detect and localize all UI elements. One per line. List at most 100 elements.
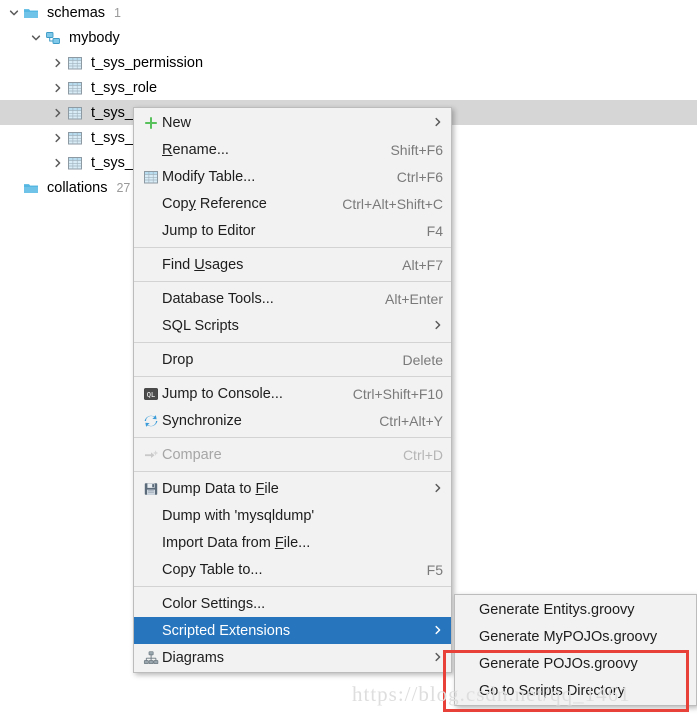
menu-item-label: Copy Table to... bbox=[162, 561, 263, 578]
menu-item-diagrams[interactable]: Diagrams bbox=[134, 644, 451, 671]
context-menu: New Rename... Shift+F6 Modify Table... Ctrl+… bbox=[133, 107, 452, 673]
menu-item-jump-to-console[interactable]: QL Jump to Console... Ctrl+Shift+F10 bbox=[134, 380, 451, 407]
tree-row[interactable]: t_sys_role bbox=[0, 75, 697, 100]
menu-item-scripted-extensions[interactable]: Scripted Extensions bbox=[134, 617, 451, 644]
tree-row-label: t_sys_ bbox=[91, 154, 133, 171]
chevron-right-icon[interactable] bbox=[50, 58, 66, 68]
tree-row-label: mybody bbox=[69, 29, 120, 46]
menu-item-shortcut: Ctrl+F6 bbox=[396, 168, 443, 185]
tree-row-label: schemas bbox=[47, 4, 106, 21]
menu-item-jump-to-editor[interactable]: Jump to Editor F4 bbox=[134, 217, 451, 244]
table-icon bbox=[66, 55, 84, 71]
diagram-icon bbox=[140, 650, 162, 666]
plus-icon bbox=[140, 115, 162, 131]
menu-item-shortcut: F5 bbox=[426, 561, 443, 578]
menu-item-shortcut: Ctrl+D bbox=[402, 446, 443, 463]
menu-item-label: Color Settings... bbox=[162, 595, 266, 612]
table-icon bbox=[66, 130, 84, 146]
menu-item-color-settings[interactable]: Color Settings... bbox=[134, 590, 451, 617]
tree-row[interactable]: t_sys_permission bbox=[0, 50, 697, 75]
menu-item-shortcut: Shift+F6 bbox=[390, 141, 443, 158]
watermark-text: https://blog.csdn.net/qq_1461 bbox=[352, 682, 631, 706]
menu-separator bbox=[134, 376, 451, 377]
menu-item-label: Jump to Console... bbox=[162, 385, 283, 402]
menu-item-label: Synchronize bbox=[162, 412, 242, 429]
svg-text:QL: QL bbox=[147, 391, 155, 399]
tree-row-label: t_sys_role bbox=[91, 79, 158, 96]
menu-item-label: Copy Reference bbox=[162, 195, 267, 212]
chevron-right-icon bbox=[433, 624, 443, 637]
tree-row[interactable]: mybody bbox=[0, 25, 697, 50]
table-icon bbox=[140, 169, 162, 185]
save-icon bbox=[140, 481, 162, 497]
menu-item-dump-with-mysqldump[interactable]: Dump with 'mysqldump' bbox=[134, 502, 451, 529]
chevron-right-icon[interactable] bbox=[50, 133, 66, 143]
chevron-down-icon[interactable] bbox=[28, 33, 44, 43]
menu-item-synchronize[interactable]: Synchronize Ctrl+Alt+Y bbox=[134, 407, 451, 434]
submenu-item-label: Generate Entitys.groovy bbox=[479, 601, 635, 618]
submenu-item-label: Generate POJOs.groovy bbox=[479, 655, 638, 672]
tree-row[interactable]: schemas 1 bbox=[0, 0, 697, 25]
sync-icon bbox=[140, 413, 162, 429]
chevron-right-icon bbox=[433, 319, 443, 332]
menu-separator bbox=[134, 281, 451, 282]
chevron-right-icon bbox=[433, 651, 443, 664]
menu-item-label: Find Usages bbox=[162, 256, 244, 273]
menu-item-label: New bbox=[162, 114, 192, 131]
menu-item-label: Scripted Extensions bbox=[162, 622, 291, 639]
menu-separator bbox=[134, 586, 451, 587]
tree-row-count: 27 bbox=[116, 180, 131, 195]
compare-icon bbox=[140, 447, 162, 463]
menu-item-rename[interactable]: Rename... Shift+F6 bbox=[134, 136, 451, 163]
menu-item-label: Dump with 'mysqldump' bbox=[162, 507, 315, 524]
tree-row-label: t_sys_permission bbox=[91, 54, 204, 71]
menu-item-shortcut: F4 bbox=[426, 222, 443, 239]
menu-item-copy-reference[interactable]: Copy Reference Ctrl+Alt+Shift+C bbox=[134, 190, 451, 217]
menu-item-new[interactable]: New bbox=[134, 109, 451, 136]
menu-item-label: Jump to Editor bbox=[162, 222, 256, 239]
menu-item-label: Dump Data to File bbox=[162, 480, 279, 497]
menu-separator bbox=[134, 247, 451, 248]
menu-item-shortcut: Delete bbox=[402, 351, 443, 368]
menu-item-label: Drop bbox=[162, 351, 194, 368]
chevron-down-icon[interactable] bbox=[6, 8, 22, 18]
menu-item-sql-scripts[interactable]: SQL Scripts bbox=[134, 312, 451, 339]
menu-item-shortcut: Alt+F7 bbox=[402, 256, 443, 273]
schema-icon bbox=[44, 30, 62, 46]
menu-item-modify-table[interactable]: Modify Table... Ctrl+F6 bbox=[134, 163, 451, 190]
menu-separator bbox=[134, 471, 451, 472]
submenu-item-generate-pojos-groovy[interactable]: Generate POJOs.groovy bbox=[455, 650, 696, 677]
submenu-item-generate-entitys-groovy[interactable]: Generate Entitys.groovy bbox=[455, 596, 696, 623]
menu-item-shortcut: Alt+Enter bbox=[385, 290, 443, 307]
sql-console-icon: QL bbox=[140, 386, 162, 402]
chevron-right-icon bbox=[433, 482, 443, 495]
menu-item-label: Rename... bbox=[162, 141, 229, 158]
chevron-right-icon[interactable] bbox=[50, 108, 66, 118]
table-icon bbox=[66, 155, 84, 171]
menu-item-label: Modify Table... bbox=[162, 168, 256, 185]
menu-item-shortcut: Ctrl+Alt+Y bbox=[379, 412, 443, 429]
folder-icon bbox=[22, 180, 40, 196]
submenu-item-label: Generate MyPOJOs.groovy bbox=[479, 628, 658, 645]
menu-item-shortcut: Ctrl+Alt+Shift+C bbox=[342, 195, 443, 212]
tree-row-label: t_sys_ bbox=[91, 129, 133, 146]
menu-item-label: Diagrams bbox=[162, 649, 225, 666]
menu-item-find-usages[interactable]: Find Usages Alt+F7 bbox=[134, 251, 451, 278]
menu-separator bbox=[134, 342, 451, 343]
menu-item-drop[interactable]: Drop Delete bbox=[134, 346, 451, 373]
menu-item-label: SQL Scripts bbox=[162, 317, 239, 334]
chevron-right-icon bbox=[433, 116, 443, 129]
table-icon bbox=[66, 105, 84, 121]
menu-item-label: Import Data from File... bbox=[162, 534, 311, 551]
tree-row-label: t_sys_ bbox=[91, 104, 133, 121]
menu-item-import-data-from-file[interactable]: Import Data from File... bbox=[134, 529, 451, 556]
chevron-right-icon[interactable] bbox=[50, 83, 66, 93]
menu-item-database-tools[interactable]: Database Tools... Alt+Enter bbox=[134, 285, 451, 312]
menu-item-dump-data-to-file[interactable]: Dump Data to File bbox=[134, 475, 451, 502]
menu-item-compare: Compare Ctrl+D bbox=[134, 441, 451, 468]
chevron-right-icon[interactable] bbox=[50, 158, 66, 168]
menu-item-copy-table-to[interactable]: Copy Table to... F5 bbox=[134, 556, 451, 583]
tree-row-label: collations bbox=[47, 179, 108, 196]
submenu-item-generate-mypojos-groovy[interactable]: Generate MyPOJOs.groovy bbox=[455, 623, 696, 650]
menu-item-shortcut: Ctrl+Shift+F10 bbox=[352, 385, 443, 402]
